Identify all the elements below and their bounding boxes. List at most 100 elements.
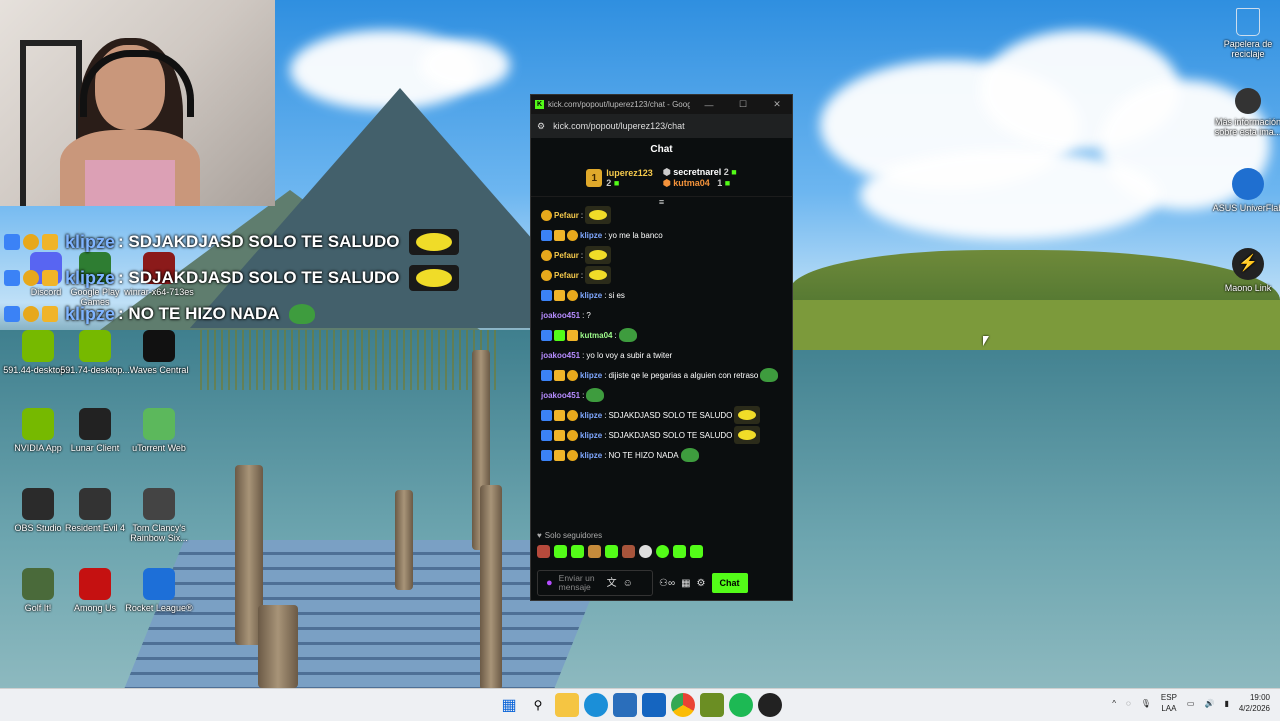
translate-icon[interactable]: 文 [607,578,617,588]
gold-badge-icon [541,209,552,221]
chat-username[interactable]: klipze [580,370,602,381]
chat-separator: : [604,430,607,440]
gold-badge-icon [567,429,578,441]
emote-icon[interactable] [571,544,584,558]
emote-icon[interactable] [690,544,703,558]
chat-separator: : [582,390,585,400]
start-icon[interactable]: ▦ [497,693,521,717]
leader-name: luperez123 [606,168,653,178]
desktop-icon-asus[interactable]: ASUS UniverFlab [1210,168,1280,213]
kick-chat-window[interactable]: K kick.com/popout/luperez123/chat - Goog… [530,94,793,601]
outlook-icon[interactable] [642,693,666,717]
chat-separator: : [604,290,607,300]
chat-username[interactable]: joakoo451 [541,390,580,401]
site-settings-icon[interactable]: ⚙ [537,121,545,132]
silver-badge-icon: ⬢ [662,167,671,177]
monitor-icon[interactable]: ▭ [1187,699,1195,708]
search-icon[interactable]: ⚲ [526,693,550,717]
chat-text: ? [586,310,591,320]
chat-username[interactable]: klipze [580,410,602,421]
webcam-feed [0,0,275,206]
emote-icon[interactable] [656,544,669,558]
desktop-icon[interactable]: uTorrent Web [121,408,197,453]
emote-icon[interactable] [537,544,550,558]
language-indicator[interactable]: ESP LAA [1161,692,1177,714]
volume-icon[interactable]: 🔊 [1204,699,1214,708]
desktop-icon-maono[interactable]: ⚡ Maono Link [1210,248,1280,293]
emote-icon[interactable] [622,544,635,558]
chat-username[interactable]: klipze [580,430,602,441]
microphone-icon[interactable]: ● [546,577,553,588]
gift-icon: ■ [724,178,731,188]
chat-message: klipze: si es [541,285,782,305]
desktop-icon-label: Resident Evil 4 [64,523,126,533]
emote-icon[interactable] [588,544,601,558]
pinned-toggle-icon[interactable]: ≡ [531,197,792,207]
chat-username[interactable]: Pefaur [554,270,579,281]
clock[interactable]: 19:00 4/2/2026 [1239,692,1270,714]
chat-text: yo lo voy a subir a twiter [586,350,673,360]
bronze-badge-icon: ⬢ [662,178,671,188]
chevron-up-icon[interactable]: ^ [1112,699,1116,708]
desktop-icon-info[interactable]: Más información sobre esta ima... [1210,88,1280,137]
desktop-icon[interactable]: Waves Central [121,330,197,375]
chat-username[interactable]: klipze [580,230,602,241]
chat-separator: : [580,250,584,260]
emote-icon[interactable] [605,544,618,558]
chat-username[interactable]: klipze [580,290,602,301]
pepe-emote-icon [408,229,459,255]
chat-username[interactable]: Pefaur [554,250,579,261]
emote-icon[interactable] [673,544,686,558]
desktop-icon[interactable]: Rocket League® [121,568,197,613]
rank-badge: 1 [586,169,603,187]
desktop-icon[interactable]: Tom Clancy's Rainbow Six... [121,488,197,543]
network-icon[interactable]: ◌ [1126,699,1131,708]
close-icon[interactable]: ✕ [762,99,792,110]
emote-icon[interactable] [639,544,652,558]
mic-icon[interactable]: 🎙 [1141,699,1151,708]
spotify-icon[interactable] [729,693,753,717]
leader-name: secretnarel [673,167,722,177]
chat-username[interactable]: Pefaur [554,210,579,221]
crown-badge-icon [554,369,565,381]
edge-icon[interactable] [584,693,608,717]
window-titlebar[interactable]: K kick.com/popout/luperez123/chat - Goog… [531,95,792,114]
quick-emotes-row[interactable] [531,542,792,560]
minimize-icon[interactable]: — [694,100,724,110]
chat-username[interactable]: klipze [580,450,602,461]
gift-box-icon[interactable]: ▦ [681,578,690,589]
blue-badge-icon [541,409,552,421]
desktop-icon-label: NVIDIA App [14,443,62,453]
gold-badge-icon [567,449,578,461]
emoji-icon[interactable]: ☺ [623,578,633,588]
minecraft-icon[interactable] [700,693,724,717]
chat-text: si es [608,290,625,300]
store-icon[interactable] [613,693,637,717]
send-chat-button[interactable]: Chat [711,573,748,593]
frog-emote-icon [288,304,315,324]
chat-username[interactable]: joakoo451 [541,350,580,361]
chat-messages[interactable]: Pefaur: klipze: yo me la banco Pefaur: Pefau… [531,205,792,465]
maximize-icon[interactable]: ☐ [728,99,758,110]
chat-separator: : [604,230,607,240]
users-icon[interactable]: ⚇∞ [659,578,675,589]
chat-input[interactable]: ● Enviar un mensaje 文 ☺ [537,570,653,596]
file-explorer-icon[interactable] [555,693,579,717]
gold-badge-icon [567,369,578,381]
chat-message: Pefaur: [541,265,782,285]
chat-input-placeholder[interactable]: Enviar un mensaje [559,574,601,592]
obs-taskbar-icon[interactable] [758,693,782,717]
battery-icon[interactable]: ▮ [1224,699,1228,708]
chat-username[interactable]: kutma04 [580,330,612,341]
desktop-icon-recycle-bin[interactable]: Papelera de reciclaje [1210,8,1280,59]
address-bar[interactable]: ⚙ kick.com/popout/luperez123/chat [531,114,792,138]
asus-icon [1232,168,1264,200]
gear-icon[interactable]: ⚙ [697,578,706,589]
chat-message: klipze: SDJAKDJASD SOLO TE SALUDO [541,425,782,445]
chat-text: SDJAKDJASD SOLO TE SALUDO [608,430,733,440]
chrome-icon[interactable] [671,693,695,717]
chat-username[interactable]: joakoo451 [541,310,580,321]
desktop-icon-label: Rocket League® [125,603,193,613]
url-text[interactable]: kick.com/popout/luperez123/chat [553,121,685,131]
emote-icon[interactable] [554,544,567,558]
